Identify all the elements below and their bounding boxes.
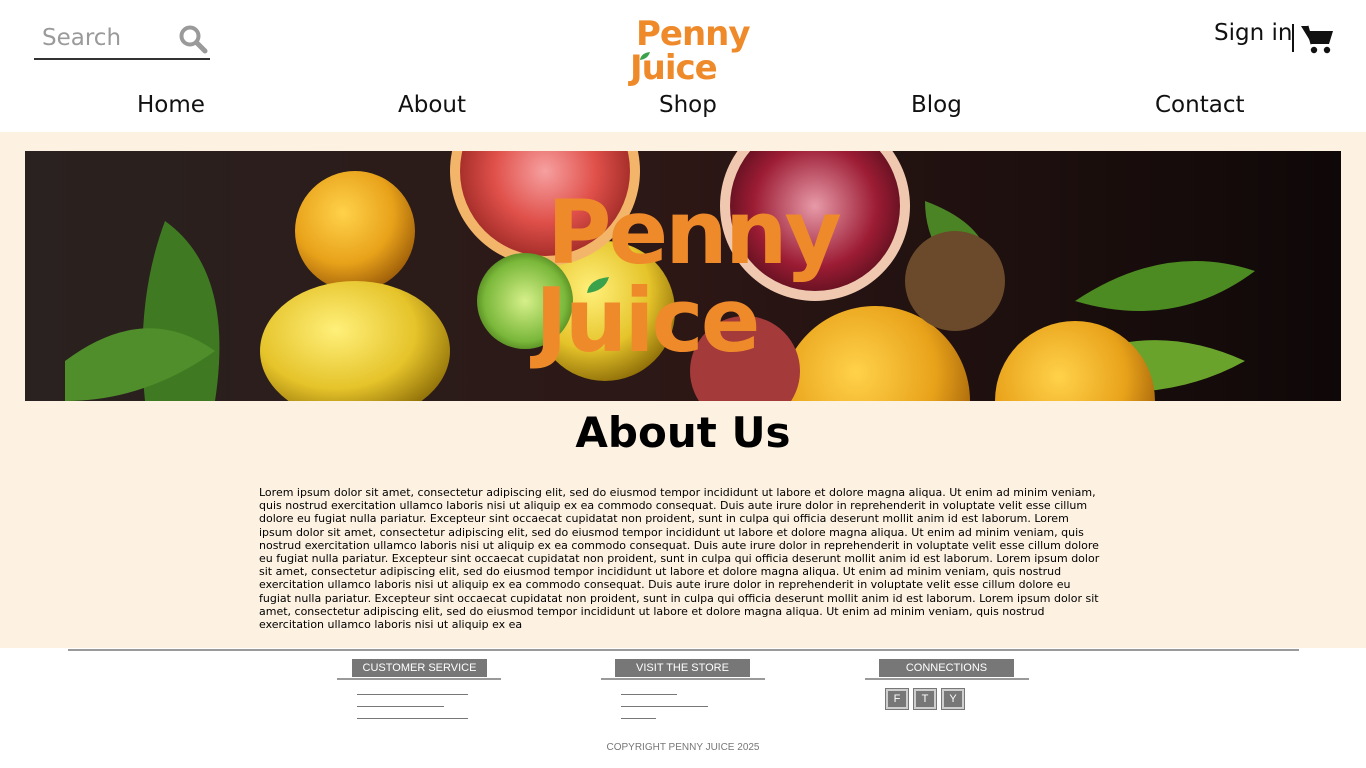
about-body-text: Lorem ipsum dolor sit amet, consectetur … bbox=[259, 486, 1100, 632]
penny-juice-logo[interactable]: Penny Juice bbox=[630, 14, 751, 88]
nav-shop[interactable]: Shop bbox=[659, 92, 717, 118]
footer-heading-customer-service: CUSTOMER SERVICE bbox=[352, 659, 487, 677]
shopping-cart-icon[interactable] bbox=[1300, 22, 1334, 56]
hero-logo-text-juice: Juice bbox=[535, 269, 760, 372]
leaf-icon bbox=[640, 52, 650, 60]
footer-link[interactable] bbox=[357, 718, 468, 719]
footer-link[interactable] bbox=[621, 718, 656, 719]
footer-link[interactable] bbox=[357, 694, 468, 695]
nav-home[interactable]: Home bbox=[137, 92, 205, 118]
footer-link[interactable] bbox=[621, 694, 677, 695]
header-divider bbox=[1292, 24, 1294, 52]
page-title: About Us bbox=[575, 408, 791, 457]
footer-heading-visit-store: VISIT THE STORE bbox=[615, 659, 750, 677]
facebook-icon[interactable]: F bbox=[885, 688, 909, 710]
footer-link[interactable] bbox=[621, 706, 708, 707]
footer-column-rule bbox=[601, 678, 765, 680]
footer-heading-connections: CONNECTIONS bbox=[879, 659, 1014, 677]
sign-in-link[interactable]: Sign in bbox=[1214, 20, 1292, 46]
hero-logo: Penny Juice bbox=[535, 181, 845, 372]
footer-column-rule bbox=[337, 678, 501, 680]
hero-banner: Penny Juice bbox=[25, 151, 1341, 401]
main-nav: Home About Shop Blog Contact bbox=[0, 88, 1366, 128]
copyright-text: COPYRIGHT PENNY JUICE 2025 bbox=[606, 742, 760, 753]
hero-leaf-icon bbox=[587, 277, 609, 293]
search-bar bbox=[34, 18, 210, 60]
footer-divider bbox=[68, 649, 1299, 651]
main-content: Penny Juice About Us Lorem ipsum dolor s… bbox=[0, 132, 1366, 648]
search-icon[interactable] bbox=[178, 24, 208, 54]
nav-about[interactable]: About bbox=[398, 92, 466, 118]
nav-blog[interactable]: Blog bbox=[911, 92, 962, 118]
footer-column-rule bbox=[865, 678, 1029, 680]
twitter-icon[interactable]: T bbox=[913, 688, 937, 710]
youtube-icon[interactable]: Y bbox=[941, 688, 965, 710]
footer-link[interactable] bbox=[357, 706, 444, 707]
nav-contact[interactable]: Contact bbox=[1155, 92, 1244, 118]
search-input[interactable] bbox=[42, 20, 172, 56]
